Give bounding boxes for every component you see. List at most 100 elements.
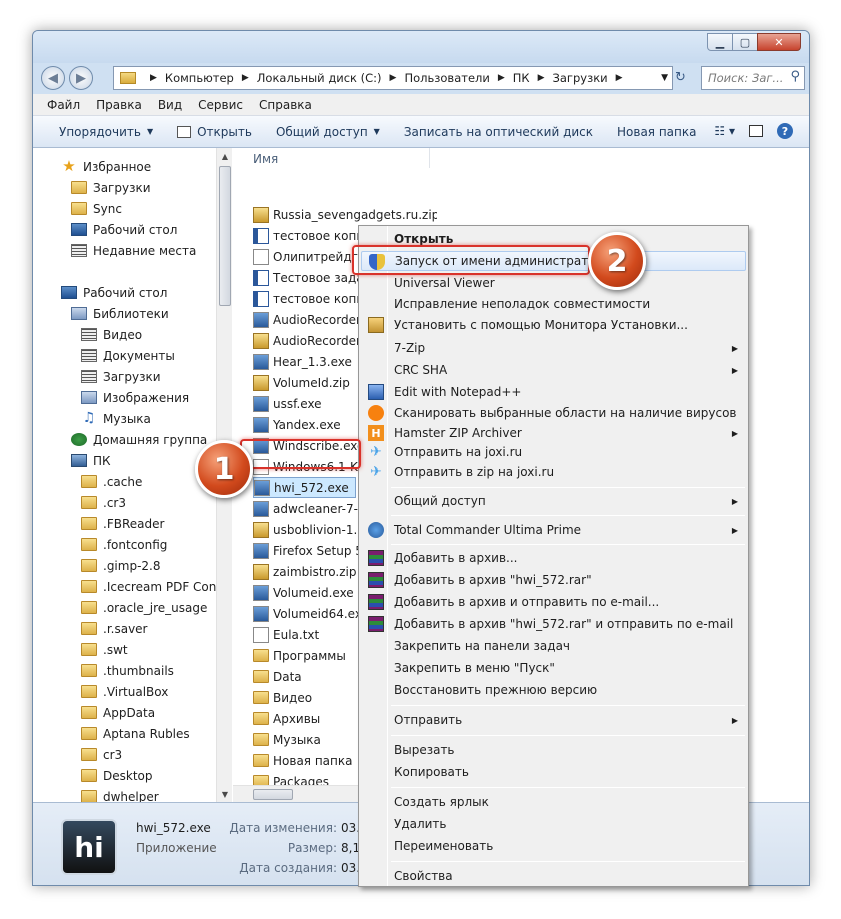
- file-row[interactable]: Firefox Setup 58.: [253, 540, 374, 561]
- nav-pc-item[interactable]: .r.saver: [81, 618, 147, 639]
- new-folder-button[interactable]: Новая папка: [617, 125, 696, 139]
- nav-pc-item[interactable]: .Icecream PDF Conver: [81, 576, 232, 597]
- file-row[interactable]: Музыка: [253, 729, 321, 750]
- nav-pc-item[interactable]: .FBReader: [81, 513, 164, 534]
- nav-pc-item[interactable]: Desktop: [81, 765, 153, 786]
- menu-item-add-archive[interactable]: Добавить в архив...: [361, 548, 746, 568]
- search-input[interactable]: Поиск: Заг... ⚲: [701, 66, 805, 90]
- menu-item-add-archive-email[interactable]: Добавить в архив и отправить по e-mail..…: [361, 592, 746, 612]
- menu-file[interactable]: Файл: [47, 98, 80, 112]
- file-row[interactable]: ussf.exe: [253, 393, 322, 414]
- file-row[interactable]: Volumeid.exe: [253, 582, 354, 603]
- file-row[interactable]: тестовое копир: [253, 288, 372, 309]
- menu-view[interactable]: Вид: [158, 98, 182, 112]
- file-row[interactable]: Eula.txt: [253, 624, 319, 645]
- breadcrumb-item[interactable]: ПК: [513, 71, 530, 85]
- share-button[interactable]: Общий доступ ▼: [276, 125, 380, 139]
- nav-pc-item[interactable]: .thumbnails: [81, 660, 174, 681]
- nav-pc-item[interactable]: .fontconfig: [81, 534, 167, 555]
- preview-pane-icon[interactable]: [749, 125, 763, 137]
- nav-item-documents[interactable]: Документы: [81, 345, 175, 366]
- scroll-down-icon[interactable]: ▼: [217, 786, 232, 802]
- address-bar[interactable]: ▶ Компьютер ▶ Локальный диск (C:) ▶ Пользо…: [113, 66, 673, 90]
- nav-pc-item[interactable]: .VirtualBox: [81, 681, 168, 702]
- nav-item-lib-downloads[interactable]: Загрузки: [81, 366, 161, 387]
- file-row[interactable]: Новая папка: [253, 750, 352, 771]
- file-row[interactable]: zaimbistro.zip: [253, 561, 356, 582]
- refresh-icon[interactable]: ↻: [675, 70, 686, 85]
- menu-item-copy[interactable]: Копировать: [361, 762, 746, 782]
- nav-item-recent[interactable]: Недавние места: [71, 240, 196, 261]
- file-row[interactable]: adwcleaner-7-0-: [253, 498, 370, 519]
- file-row[interactable]: hwi_572.exe: [253, 477, 356, 498]
- file-row[interactable]: AudioRecorder.z: [253, 330, 370, 351]
- nav-pc-item[interactable]: .swt: [81, 639, 128, 660]
- nav-pc-item[interactable]: cr3: [81, 744, 122, 765]
- file-row[interactable]: Hear_1.3.exe: [253, 351, 352, 372]
- menu-item-rename[interactable]: Переименовать: [361, 836, 746, 856]
- menu-item-notepadpp[interactable]: Edit with Notepad++: [361, 382, 746, 402]
- file-row[interactable]: Архивы: [253, 708, 320, 729]
- nav-item-video[interactable]: Видео: [81, 324, 142, 345]
- help-icon[interactable]: ?: [777, 123, 793, 139]
- view-options-icon[interactable]: ☷ ▾: [714, 124, 735, 138]
- nav-pc-item[interactable]: .oracle_jre_usage: [81, 597, 207, 618]
- column-header-name[interactable]: Имя: [253, 152, 278, 166]
- minimize-button[interactable]: ▁: [707, 33, 733, 51]
- nav-pc-item[interactable]: Aptana Rubles: [81, 723, 190, 744]
- back-button[interactable]: ◀: [41, 66, 65, 90]
- breadcrumb-item[interactable]: Локальный диск (C:): [257, 71, 382, 85]
- menu-tools[interactable]: Сервис: [198, 98, 243, 112]
- breadcrumb-item[interactable]: Компьютер: [165, 71, 234, 85]
- menu-item-properties[interactable]: Свойства: [361, 866, 746, 886]
- menu-item-install-monitor[interactable]: Установить с помощью Монитора Установки.…: [361, 315, 746, 335]
- menu-item-add-rar-email[interactable]: Добавить в архив "hwi_572.rar" и отправи…: [361, 614, 746, 634]
- nav-pc-item[interactable]: .cache: [81, 471, 142, 492]
- menu-item-send-to[interactable]: Отправить ▶: [361, 710, 746, 730]
- nav-pc-item[interactable]: .cr3: [81, 492, 126, 513]
- nav-item-pictures[interactable]: Изображения: [81, 387, 189, 408]
- file-row[interactable]: Russia_sevengadgets.ru.zip: [253, 204, 437, 225]
- nav-pc-item[interactable]: dwhelper: [81, 786, 159, 802]
- file-row[interactable]: usboblivion-1.11: [253, 519, 373, 540]
- scroll-thumb[interactable]: [253, 789, 293, 800]
- close-button[interactable]: ✕: [757, 33, 801, 51]
- breadcrumb-item[interactable]: Загрузки: [553, 71, 608, 85]
- menu-item-compatibility[interactable]: Исправление неполадок совместимости: [361, 294, 746, 314]
- nav-item-downloads[interactable]: Загрузки: [71, 177, 151, 198]
- menu-help[interactable]: Справка: [259, 98, 312, 112]
- chevron-down-icon[interactable]: ▼: [661, 73, 668, 83]
- nav-pc[interactable]: ПК: [71, 450, 111, 471]
- menu-item-add-rar[interactable]: Добавить в архив "hwi_572.rar": [361, 570, 746, 590]
- menu-item-create-shortcut[interactable]: Создать ярлык: [361, 792, 746, 812]
- organize-button[interactable]: Упорядочить ▼: [59, 125, 153, 139]
- search-icon[interactable]: ⚲: [790, 69, 800, 84]
- forward-button[interactable]: ▶: [69, 66, 93, 90]
- menu-edit[interactable]: Правка: [96, 98, 142, 112]
- file-row[interactable]: Видео: [253, 687, 312, 708]
- nav-favorites[interactable]: ★ Избранное: [61, 156, 151, 177]
- menu-item-avast-scan[interactable]: Сканировать выбранные области на наличие…: [361, 403, 746, 423]
- scroll-thumb[interactable]: [219, 166, 231, 306]
- menu-item-joxi-zip[interactable]: ✈ Отправить в zip на joxi.ru: [361, 462, 746, 482]
- nav-desktop[interactable]: Рабочий стол: [61, 282, 167, 303]
- menu-item-7zip[interactable]: 7-Zip ▶: [361, 338, 746, 358]
- menu-item-share[interactable]: Общий доступ ▶: [361, 491, 746, 511]
- burn-button[interactable]: Записать на оптический диск: [404, 125, 593, 139]
- breadcrumb-item[interactable]: Пользователи: [404, 71, 489, 85]
- file-row[interactable]: Volumeid64.exe: [253, 603, 369, 624]
- menu-item-pin-start[interactable]: Закрепить в меню "Пуск": [361, 658, 746, 678]
- scroll-up-icon[interactable]: ▲: [217, 148, 232, 164]
- menu-item-hamster[interactable]: H Hamster ZIP Archiver ▶: [361, 423, 746, 443]
- nav-homegroup[interactable]: Домашняя группа: [71, 429, 207, 450]
- menu-item-delete[interactable]: Удалить: [361, 814, 746, 834]
- menu-item-universal-viewer[interactable]: Universal Viewer: [361, 273, 746, 293]
- nav-pc-item[interactable]: AppData: [81, 702, 155, 723]
- nav-item-desktop[interactable]: Рабочий стол: [71, 219, 177, 240]
- open-button[interactable]: Открыть: [177, 125, 252, 139]
- file-row[interactable]: AudioRecorder.e: [253, 309, 371, 330]
- nav-pc-item[interactable]: .gimp-2.8: [81, 555, 161, 576]
- menu-item-joxi[interactable]: ✈ Отправить на joxi.ru: [361, 442, 746, 462]
- menu-item-pin-taskbar[interactable]: Закрепить на панели задач: [361, 636, 746, 656]
- maximize-button[interactable]: ▢: [732, 33, 758, 51]
